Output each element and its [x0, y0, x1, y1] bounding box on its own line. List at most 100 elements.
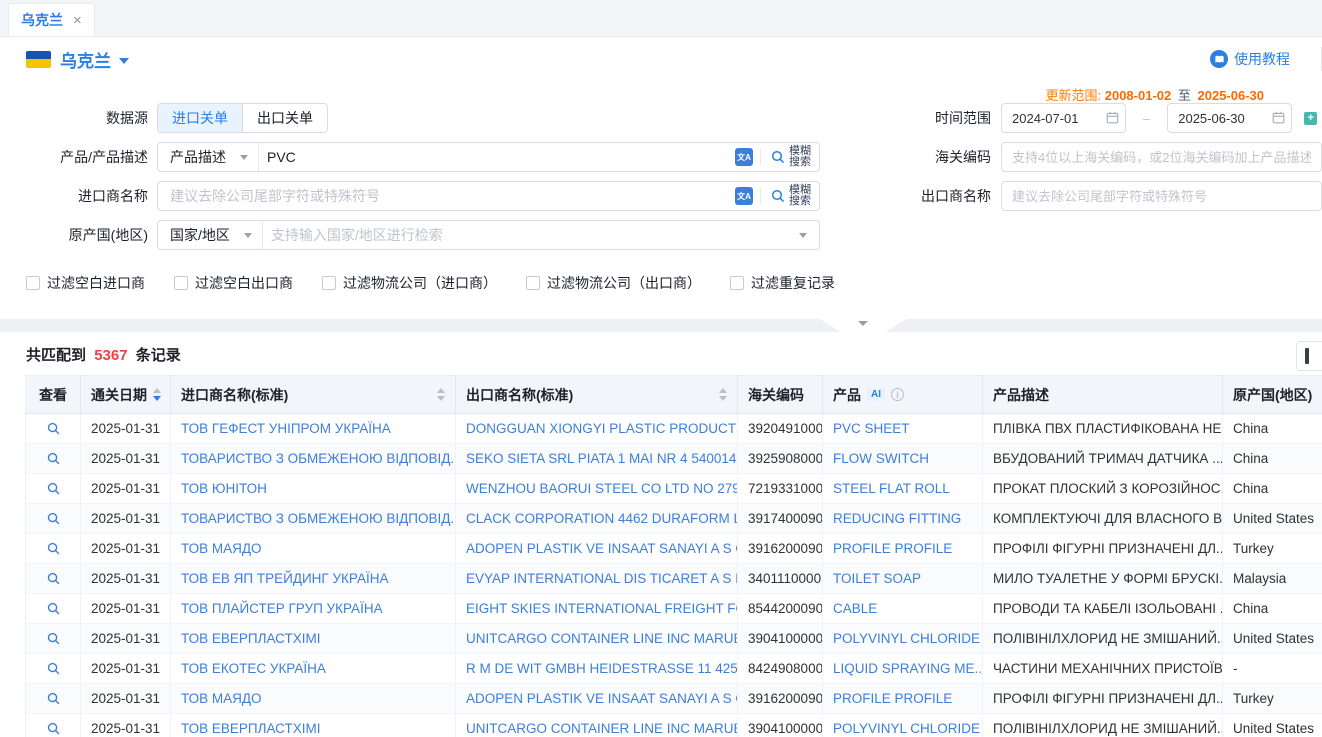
checkbox-label: 过滤物流公司（出口商） [547, 273, 701, 293]
hs-code-cell: 8424908000 [738, 654, 823, 684]
importer-link[interactable]: ТОВАРИСТВО З ОБМЕЖЕНОЮ ВІДПОВІД... [171, 504, 456, 534]
exporter-link[interactable]: EVYAP INTERNATIONAL DIS TICARET A S IS..… [456, 564, 738, 594]
exporter-link[interactable]: CLACK CORPORATION 4462 DURAFORM L... [456, 504, 738, 534]
view-search-icon[interactable] [46, 571, 61, 586]
view-search-icon[interactable] [46, 631, 61, 646]
filter-checkbox[interactable]: 过滤物流公司（出口商） [526, 273, 701, 293]
product-link[interactable]: FLOW SWITCH [823, 444, 983, 474]
tutorial-link[interactable]: 使用教程 [1210, 49, 1290, 69]
importer-link[interactable]: ТОВ ПЛАЙСТЕР ГРУП УКРАЇНА [171, 594, 456, 624]
tab-close-icon[interactable]: × [73, 13, 82, 28]
datasource-export-option[interactable]: 出口关单 [242, 104, 327, 132]
hs-code-cell: 3401110000 [738, 564, 823, 594]
importer-link[interactable]: ТОВАРИСТВО З ОБМЕЖЕНОЮ ВІДПОВІД... [171, 444, 456, 474]
importer-link[interactable]: ТОВ ЮНІТОН [171, 474, 456, 504]
exporter-link[interactable]: UNITCARGO CONTAINER LINE INC MARUB... [456, 714, 738, 737]
view-cell [26, 684, 81, 714]
exporter-link[interactable]: SEKO SIETA SRL PIATA 1 MAI NR 4 5400141 … [456, 444, 738, 474]
view-search-icon[interactable] [46, 421, 61, 436]
product-input[interactable] [259, 149, 735, 165]
product-link[interactable]: POLYVINYL CHLORIDE [823, 714, 983, 737]
importer-link[interactable]: ТОВ МАЯДО [171, 684, 456, 714]
sort-date-control[interactable] [153, 388, 161, 401]
importer-link[interactable]: ТОВ ЕВЕРПЛАСТХІМІ [171, 714, 456, 737]
importer-link[interactable]: ТОВ ЕКОТЕС УКРАЇНА [171, 654, 456, 684]
product-type-select[interactable]: 产品描述 [158, 143, 259, 171]
hs-code-cell: 3916200090 [738, 534, 823, 564]
col-date: 通关日期 [81, 376, 171, 414]
info-icon[interactable]: i [891, 388, 904, 401]
exporter-link[interactable]: EIGHT SKIES INTERNATIONAL FREIGHT FOR... [456, 594, 738, 624]
exporter-link[interactable]: WENZHOU BAORUI STEEL CO LTD NO 2792... [456, 474, 738, 504]
view-search-icon[interactable] [46, 451, 61, 466]
view-search-icon[interactable] [46, 661, 61, 676]
sort-exporter-control[interactable] [719, 388, 727, 401]
view-search-icon[interactable] [46, 601, 61, 616]
date-separator: – [1143, 111, 1150, 126]
origin-type-select[interactable]: 国家/地区 [158, 221, 263, 249]
checkbox-icon[interactable] [26, 276, 40, 290]
origin-cell: - [1223, 654, 1322, 684]
importer-link[interactable]: ТОВ ЕВЕРПЛАСТХІМІ [171, 624, 456, 654]
checkbox-icon[interactable] [174, 276, 188, 290]
filter-checkbox[interactable]: 过滤空白进口商 [26, 273, 145, 293]
exporter-link[interactable]: DONGGUAN XIONGYI PLASTIC PRODUCTS ... [456, 414, 738, 444]
quick-select-button[interactable]: + 快捷 [1304, 108, 1322, 128]
sort-importer-control[interactable] [437, 388, 445, 401]
product-link[interactable]: POLYVINYL CHLORIDE [823, 624, 983, 654]
hs-code-cell: 3916200090 [738, 684, 823, 714]
product-fuzzy-search-button[interactable]: 模糊搜索 [768, 146, 819, 168]
exporter-input[interactable] [1001, 181, 1322, 211]
view-search-icon[interactable] [46, 721, 61, 736]
tab-ukraine[interactable]: 乌克兰 × [8, 3, 95, 36]
col-view: 查看 [26, 376, 81, 414]
view-search-icon[interactable] [46, 481, 61, 496]
filter-checkbox[interactable]: 过滤空白出口商 [174, 273, 293, 293]
importer-link[interactable]: ТОВ ГЕФЕСТ УНІПРОМ УКРАЇНА [171, 414, 456, 444]
product-link[interactable]: PROFILE PROFILE [823, 534, 983, 564]
chevron-down-icon[interactable] [799, 233, 807, 238]
filter-checkbox[interactable]: 过滤重复记录 [730, 273, 835, 293]
chevron-down-icon[interactable] [119, 58, 129, 64]
hs-code-cell: 8544200090 [738, 594, 823, 624]
view-cell [26, 594, 81, 624]
country-title[interactable]: 乌克兰 [60, 47, 111, 72]
update-range-label: 更新范围: [1045, 88, 1101, 103]
fuzzy-search-label: 模糊搜索 [789, 185, 811, 207]
view-search-icon[interactable] [46, 511, 61, 526]
filter-checkbox[interactable]: 过滤物流公司（进口商） [322, 273, 497, 293]
product-link[interactable]: REDUCING FITTING [823, 504, 983, 534]
product-link[interactable]: PROFILE PROFILE [823, 684, 983, 714]
exporter-link[interactable]: R M DE WIT GMBH HEIDESTRASSE 11 4254... [456, 654, 738, 684]
exporter-link[interactable]: ADOPEN PLASTIK VE INSAAT SANAYI A S O... [456, 534, 738, 564]
datasource-toggle: 进口关单 出口关单 [157, 103, 328, 133]
date-cell: 2025-01-31 [81, 444, 171, 474]
origin-input[interactable] [263, 227, 799, 243]
table-row: 2025-01-31 ТОВ МАЯДО ADOPEN PLASTIK VE I… [26, 534, 1322, 564]
checkbox-icon[interactable] [526, 276, 540, 290]
exporter-link[interactable]: UNITCARGO CONTAINER LINE INC MARUB... [456, 624, 738, 654]
importer-input[interactable] [158, 188, 735, 204]
importer-link[interactable]: ТОВ МАЯДО [171, 534, 456, 564]
importer-link[interactable]: ТОВ ЕВ ЯП ТРЕЙДИНГ УКРАЇНА [171, 564, 456, 594]
date-cell: 2025-01-31 [81, 564, 171, 594]
product-link[interactable]: TOILET SOAP [823, 564, 983, 594]
datasource-import-option[interactable]: 进口关单 [158, 104, 242, 132]
translate-icon[interactable]: 文A [735, 187, 753, 205]
translate-icon[interactable]: 文A [735, 148, 753, 166]
date-cell: 2025-01-31 [81, 624, 171, 654]
view-search-icon[interactable] [46, 691, 61, 706]
settings-icon [1305, 348, 1309, 364]
checkbox-icon[interactable] [322, 276, 336, 290]
hs-code-input[interactable] [1001, 142, 1322, 172]
product-link[interactable]: STEEL FLAT ROLL [823, 474, 983, 504]
hs-code-cell: 3904100000 [738, 714, 823, 737]
product-link[interactable]: CABLE [823, 594, 983, 624]
product-link[interactable]: PVC SHEET [823, 414, 983, 444]
view-search-icon[interactable] [46, 541, 61, 556]
product-link[interactable]: LIQUID SPRAYING ME... [823, 654, 983, 684]
importer-fuzzy-search-button[interactable]: 模糊搜索 [768, 185, 819, 207]
exporter-link[interactable]: ADOPEN PLASTIK VE INSAAT SANAYI A S O... [456, 684, 738, 714]
checkbox-icon[interactable] [730, 276, 744, 290]
table-settings-button[interactable] [1296, 341, 1322, 371]
